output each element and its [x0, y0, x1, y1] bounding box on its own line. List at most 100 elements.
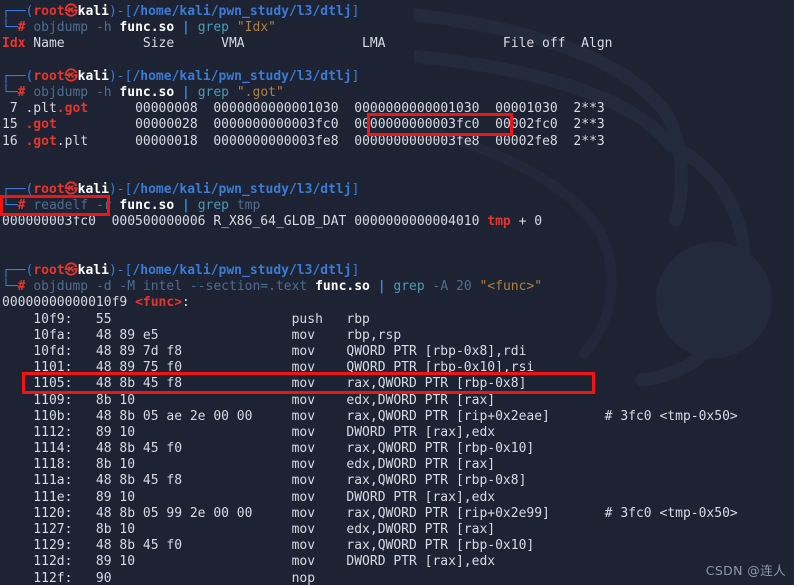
command-line-4[interactable]: └─# objdump -d -M intel --section=.text …	[0, 279, 794, 295]
prompt-host: kali	[77, 182, 109, 198]
reloc-info: 000500000006	[111, 214, 206, 230]
terminal-content: ┌──(root㉿kali)-[/home/kali/pwn_study/l3/…	[0, 0, 794, 585]
symbol-colon: :	[182, 295, 190, 311]
section-lma: 0000000000003fe8	[354, 133, 480, 149]
prompt-dash: -	[116, 68, 125, 84]
command-line-3[interactable]: └─# readelf -r func.so | grep tmp	[0, 198, 794, 214]
instruction-bytes: 89 10	[95, 489, 292, 505]
instruction-bytes: 55	[95, 311, 292, 327]
instruction-bytes: 48 8b 45 f8	[95, 376, 292, 392]
instruction-mnemonic: mov	[291, 554, 347, 570]
command-line-2[interactable]: └─# objdump -h func.so | grep ".got"	[0, 85, 794, 101]
command-file-3: func.so	[119, 198, 175, 214]
instruction-mnemonic: mov	[291, 343, 347, 359]
command-file-2: func.so	[119, 84, 175, 100]
section-vma: 0000000000003fe8	[213, 133, 339, 149]
prompt-close-bracket: ]	[351, 68, 360, 84]
section-row: 7 .plt.got 00000008 0000000000001030 000…	[0, 101, 794, 117]
symbol-address: 00000000000010f9	[2, 295, 128, 311]
disassembly-row: 1127: 8b 10 mov edx,DWORD PTR [rax]	[0, 522, 794, 538]
prompt-corner-glyph: ┌──	[2, 4, 26, 19]
disassembly-row: 10f9: 55 push rbp	[0, 312, 794, 328]
command-pattern-2: ".got"	[236, 84, 284, 100]
instruction-bytes: 89 10	[95, 424, 292, 440]
command-pattern-4: "<func>"	[479, 279, 543, 295]
disassembly-row: 1118: 8b 10 mov edx,DWORD PTR [rax]	[0, 457, 794, 473]
instruction-operands: rax,QWORD PTR [rbp-0x10]	[346, 538, 535, 554]
section-lma: 0000000000001030	[354, 101, 480, 117]
prompt-close-paren: )	[108, 68, 117, 84]
instruction-operands: DWORD PTR [rax],edx	[346, 554, 496, 570]
disassembly-row: 1109: 8b 10 mov edx,DWORD PTR [rax]	[0, 393, 794, 409]
disassembly-row: 112d: 89 10 mov DWORD PTR [rax],edx	[0, 554, 794, 570]
instruction-bytes: 48 89 e5	[95, 327, 292, 343]
instruction-mnemonic: mov	[291, 424, 347, 440]
instruction-bytes: 90	[95, 570, 292, 585]
terminal-window[interactable]: ┌──(root㉿kali)-[/home/kali/pwn_study/l3/…	[0, 0, 794, 585]
prompt-user: root	[33, 4, 65, 19]
instruction-address: 111a:	[2, 473, 96, 489]
instruction-bytes: 8b 10	[95, 522, 292, 537]
prompt-close-bracket: ]	[351, 182, 360, 198]
instruction-bytes: 8b 10	[95, 457, 292, 473]
instruction-mnemonic: mov	[291, 489, 347, 505]
prompt-path: /home/kali/pwn_study/l3/dtlj	[132, 68, 352, 84]
instruction-bytes: 48 8b 05 99 2e 00 00	[95, 505, 292, 521]
disassembly-row: 112f: 90 nop	[0, 571, 794, 585]
command-pipe-1: |	[182, 20, 190, 36]
instruction-address: 1129:	[2, 538, 96, 554]
instruction-operands: edx,DWORD PTR [rax]	[346, 522, 496, 537]
reloc-offset: 000000003fc0	[2, 214, 96, 230]
symbol-line: 00000000000010f9 <func>:	[0, 295, 794, 311]
section-fileoff: 00001030	[495, 101, 558, 117]
command-pattern-3: tmp	[236, 198, 261, 214]
objdump-header-row: Idx Name Size VMA LMA File off Algn	[0, 36, 794, 52]
command-program-1: objdump	[33, 20, 89, 36]
prompt-elbow-glyph: └─	[2, 20, 18, 36]
prompt-close-paren: )	[108, 4, 117, 19]
command-file-1: func.so	[119, 20, 175, 36]
instruction-operands: rbp	[346, 311, 370, 327]
command-grep-4: grep	[393, 279, 425, 295]
instruction-bytes: 48 89 75 f0	[95, 360, 292, 376]
section-name-prefix: .plt	[25, 101, 57, 117]
instruction-bytes: 48 8b 45 f0	[95, 538, 292, 554]
section-row: 15 .got 00000028 0000000000003fc0 000000…	[0, 117, 794, 133]
instruction-mnemonic: mov	[291, 392, 347, 408]
relocation-row: 000000003fc0 000500000006 R_X86_64_GLOB_…	[0, 214, 794, 230]
instruction-operands: rax,QWORD PTR [rip+0x2eae]	[346, 408, 605, 424]
instruction-operands: QWORD PTR [rbp-0x8],rdi	[346, 343, 527, 359]
disassembly-row: 111a: 48 8b 45 f8 mov rax,QWORD PTR [rbp…	[0, 473, 794, 489]
section-fileoff: 00002fe8	[495, 133, 558, 149]
instruction-mnemonic: mov	[291, 376, 347, 392]
command-flags-1: -h	[95, 20, 112, 36]
disassembly-row: 111e: 89 10 mov DWORD PTR [rax],edx	[0, 490, 794, 506]
section-vma: 0000000000001030	[213, 101, 339, 117]
instruction-address: 10fd:	[2, 343, 96, 359]
reloc-symbol: tmp	[487, 214, 511, 230]
command-pattern-1: "Idx"	[236, 20, 276, 36]
instruction-operands: DWORD PTR [rax],edx	[346, 489, 496, 505]
instruction-operands: rax,QWORD PTR [rbp-0x8]	[346, 376, 527, 392]
instruction-mnemonic: push	[291, 311, 347, 327]
section-idx: 16	[2, 133, 18, 149]
disassembly-row: 1120: 48 8b 05 99 2e 00 00 mov rax,QWORD…	[0, 506, 794, 522]
disassembly-row: 110b: 48 8b 05 ae 2e 00 00 mov rax,QWORD…	[0, 409, 794, 425]
command-flags-3: -r	[95, 198, 112, 214]
command-grep-flags-4: -A 20	[432, 279, 472, 295]
command-grep-1: grep	[197, 20, 230, 36]
instruction-address: 110b:	[2, 408, 96, 424]
command-line-1[interactable]: └─# objdump -h func.so | grep "Idx"	[0, 20, 794, 36]
command-program-2: objdump	[33, 84, 89, 100]
instruction-mnemonic: mov	[291, 327, 347, 343]
prompt-line-top-3: ┌──(root㉿kali)-[/home/kali/pwn_study/l3/…	[0, 182, 794, 198]
instruction-address: 10f9:	[2, 311, 96, 327]
section-name: .got	[25, 117, 57, 133]
instruction-address: 1109:	[2, 392, 96, 408]
section-name-suffix: .plt	[56, 133, 89, 149]
instruction-operands: DWORD PTR [rax],edx	[346, 424, 496, 440]
instruction-address: 112d:	[2, 554, 96, 570]
reloc-value: 0000000000004010	[354, 214, 480, 230]
